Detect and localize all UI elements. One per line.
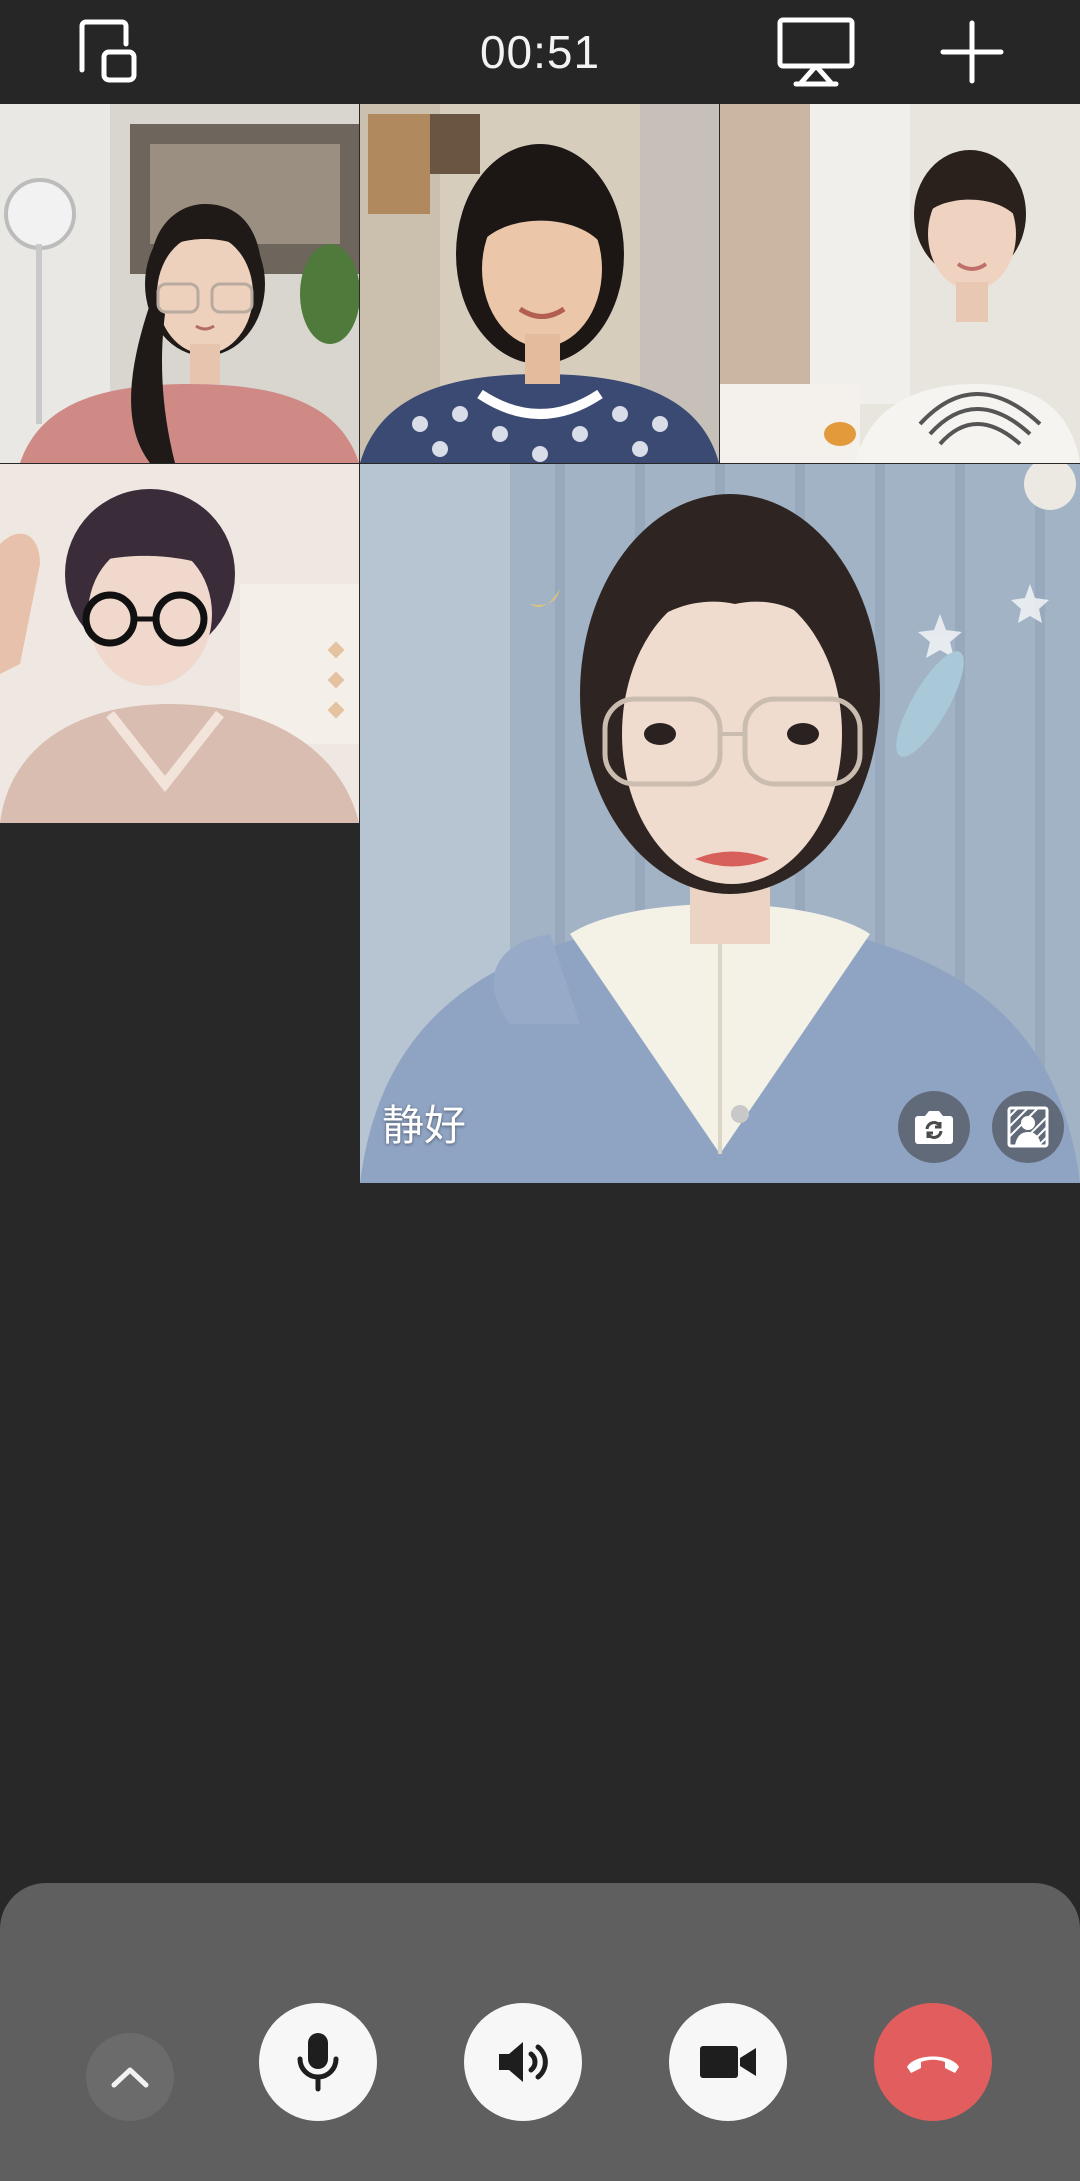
video-call-screen: 00:51 静好 bbox=[0, 0, 1080, 2181]
top-bar: 00:51 bbox=[0, 0, 1080, 104]
speaker-icon bbox=[499, 2042, 548, 2082]
background-blur-button[interactable] bbox=[992, 1091, 1064, 1163]
microphone-icon bbox=[297, 2033, 339, 2092]
video-tile-participant-1[interactable] bbox=[0, 104, 359, 463]
self-video-feed bbox=[360, 464, 1080, 1183]
speaker-button[interactable] bbox=[464, 2003, 582, 2121]
participant-video-feed bbox=[0, 464, 359, 823]
minimize-window-icon bbox=[79, 19, 137, 83]
add-icon bbox=[940, 20, 1004, 84]
participant-video-feed bbox=[720, 104, 1080, 463]
switch-camera-button[interactable] bbox=[898, 1091, 970, 1163]
expand-controls-button[interactable] bbox=[86, 2033, 174, 2121]
camera-button[interactable] bbox=[669, 2003, 787, 2121]
minimize-button[interactable] bbox=[62, 6, 154, 98]
chevron-up-icon bbox=[111, 2067, 149, 2088]
video-tile-participant-2[interactable] bbox=[360, 104, 719, 463]
switch-camera-icon bbox=[915, 1111, 953, 1144]
hang-up-icon bbox=[907, 2056, 959, 2073]
participant-name-label: 静好 bbox=[382, 1102, 467, 1149]
video-tile-participant-4[interactable] bbox=[0, 464, 359, 823]
video-tile-self[interactable]: 静好 bbox=[360, 464, 1080, 1183]
add-participant-button[interactable] bbox=[926, 6, 1018, 98]
video-camera-icon bbox=[700, 2046, 756, 2078]
call-timer: 00:51 bbox=[479, 26, 601, 78]
screen-share-button[interactable] bbox=[768, 6, 864, 98]
call-controls-panel bbox=[0, 1883, 1080, 2181]
screen-share-icon bbox=[777, 17, 855, 87]
participant-video-feed bbox=[0, 104, 359, 463]
background-blur-icon bbox=[1007, 1106, 1049, 1148]
video-tile-participant-3[interactable] bbox=[720, 104, 1080, 463]
hang-up-button[interactable] bbox=[874, 2003, 992, 2121]
microphone-button[interactable] bbox=[259, 2003, 377, 2121]
participant-video-feed bbox=[360, 104, 719, 463]
